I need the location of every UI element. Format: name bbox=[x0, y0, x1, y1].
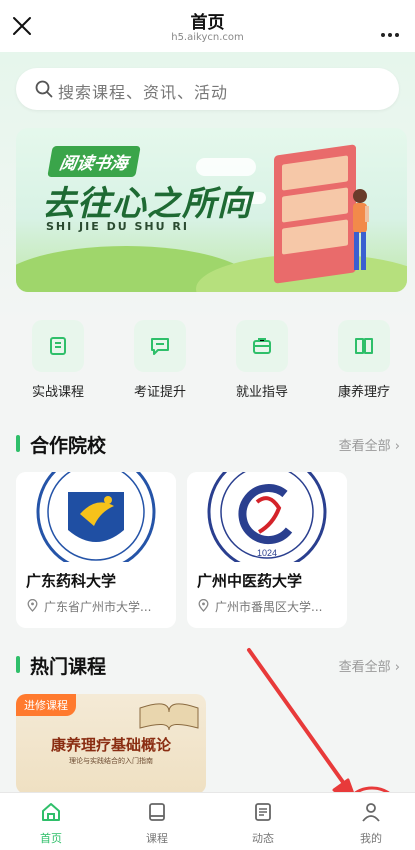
banner-tag: 阅读书海 bbox=[47, 146, 141, 177]
location-icon bbox=[198, 599, 209, 612]
hot-courses-header: 热门课程 查看全部 › bbox=[16, 652, 406, 678]
view-all-courses-link[interactable]: 查看全部 › bbox=[339, 656, 400, 675]
search-placeholder: 搜索课程、资讯、活动 bbox=[58, 83, 229, 102]
category-career[interactable]: 就业指导 bbox=[217, 320, 307, 400]
location-icon bbox=[27, 599, 38, 612]
home-icon bbox=[42, 803, 60, 821]
nav-label: 动态 bbox=[252, 832, 274, 845]
category-practical-course[interactable]: 实战课程 bbox=[13, 320, 103, 400]
category-grid: 实战课程 考证提升 就业指导 康养理疗 bbox=[0, 320, 415, 400]
partner-schools-header: 合作院校 查看全部 › bbox=[16, 431, 406, 457]
school-address: 广东省广州市大学... bbox=[44, 600, 152, 614]
news-icon bbox=[255, 803, 271, 821]
course-icon bbox=[32, 320, 84, 372]
nav-courses[interactable]: 课程 bbox=[127, 801, 187, 846]
banner-pinyin: SHI JIE DU SHU RI bbox=[46, 220, 189, 233]
banner-headline: 去往心之所向 bbox=[42, 184, 252, 224]
school-logo: 1958 bbox=[16, 472, 176, 562]
course-title: 康养理疗基础概论 bbox=[50, 736, 171, 754]
search-icon bbox=[35, 80, 53, 98]
school-name: 广州中医药大学 bbox=[197, 572, 303, 590]
nav-feed[interactable]: 动态 bbox=[233, 801, 293, 846]
page-url: h5.aikycn.com bbox=[171, 32, 244, 43]
book-icon bbox=[338, 320, 390, 372]
chat-icon bbox=[134, 320, 186, 372]
view-all-schools-link[interactable]: 查看全部 › bbox=[339, 435, 400, 454]
nav-label: 首页 bbox=[40, 832, 62, 845]
category-label: 考证提升 bbox=[133, 385, 186, 400]
course-badge: 进修课程 bbox=[16, 694, 76, 716]
category-certificate[interactable]: 考证提升 bbox=[115, 320, 205, 400]
top-bar: 首页 h5.aikycn.com bbox=[0, 0, 415, 52]
course-subtitle: 理论与实践结合的入门指南 bbox=[69, 757, 153, 765]
nav-label: 课程 bbox=[146, 832, 168, 845]
school-address: 广州市番禺区大学... bbox=[215, 600, 323, 614]
briefcase-icon bbox=[236, 320, 288, 372]
book-icon bbox=[149, 803, 165, 821]
section-title: 合作院校 bbox=[30, 435, 107, 457]
reader-illustration bbox=[353, 189, 369, 270]
section-title: 热门课程 bbox=[30, 656, 107, 678]
nav-home[interactable]: 首页 bbox=[21, 801, 81, 846]
search-input[interactable]: 搜索课程、资讯、活动 bbox=[16, 68, 399, 110]
category-health-care[interactable]: 康养理疗 bbox=[319, 320, 409, 400]
more-menu-icon[interactable] bbox=[381, 22, 403, 37]
nav-label: 我的 bbox=[360, 832, 382, 845]
course-card[interactable]: 进修课程 康养理疗基础概论 理论与实践结合的入门指南 bbox=[16, 694, 206, 794]
school-name: 广东药科大学 bbox=[26, 572, 117, 590]
user-icon bbox=[362, 803, 380, 822]
school-logo: 1024 bbox=[187, 472, 347, 562]
logo-year: 1024 bbox=[257, 548, 277, 558]
promo-banner[interactable]: 阅读书海 去往心之所向 SHI JIE DU SHU RI bbox=[16, 128, 407, 292]
page-title: 首页 bbox=[190, 13, 225, 33]
bookshelf-illustration bbox=[274, 144, 356, 284]
category-label: 就业指导 bbox=[235, 385, 288, 400]
category-label: 实战课程 bbox=[31, 385, 84, 400]
nav-profile[interactable]: 我的 bbox=[341, 801, 401, 846]
school-card[interactable]: 1958 广东药科大学 广东省广州市大学... bbox=[16, 472, 176, 628]
school-card[interactable]: 1024 广州中医药大学 广州市番禺区大学... bbox=[187, 472, 347, 628]
category-label: 康养理疗 bbox=[337, 385, 390, 400]
bottom-navigation: 首页 课程 动态 我的 bbox=[0, 792, 415, 850]
open-book-illustration bbox=[139, 703, 199, 731]
logo-year: 1958 bbox=[87, 543, 105, 552]
